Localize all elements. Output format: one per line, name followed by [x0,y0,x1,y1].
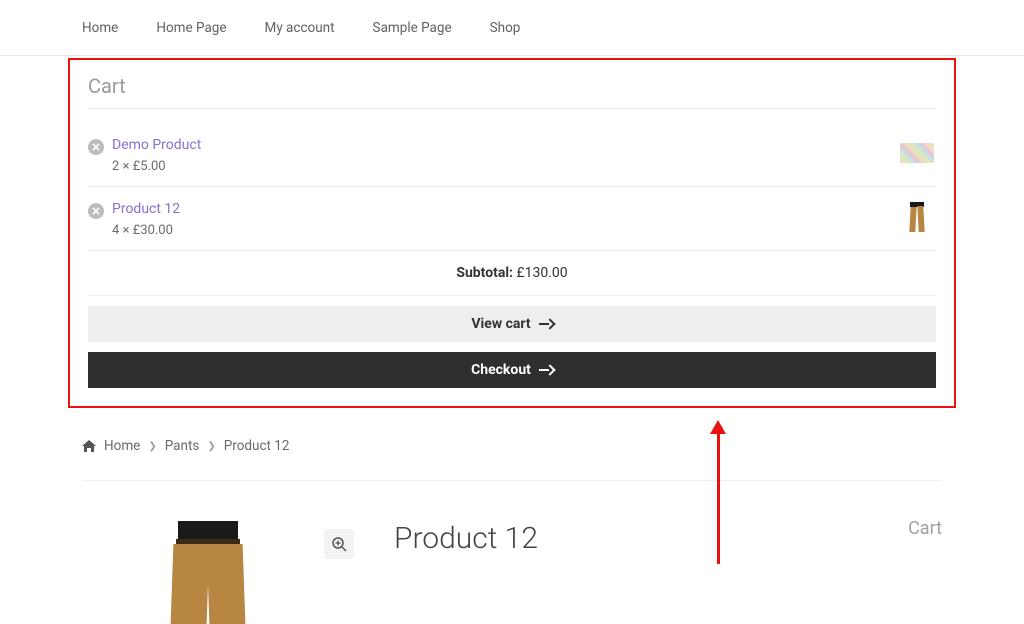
sidebar-cart-title: Cart [908,518,942,539]
subtotal-label: Subtotal: [456,265,513,281]
breadcrumb-home[interactable]: Home [104,438,140,454]
cart-item-info: Demo Product 2 × £5.00 [112,137,890,174]
cart-widget-title: Cart [88,74,936,109]
product-tile-icon [900,143,934,163]
cart-item-meta: 2 × £5.00 [112,159,890,174]
arrow-right-icon [539,319,553,329]
product-title: Product 12 [394,521,538,556]
view-cart-button[interactable]: View cart [88,306,936,342]
zoom-button[interactable] [324,529,354,559]
nav-item-home-page[interactable]: Home Page [156,16,226,40]
nav-item-home[interactable]: Home [82,16,118,40]
cart-item-thumbnail[interactable] [898,137,936,169]
view-cart-label: View cart [471,316,530,332]
breadcrumb-current: Product 12 [224,438,290,454]
cart-item-info: Product 12 4 × £30.00 [112,201,890,238]
cart-item-name[interactable]: Demo Product [112,137,890,153]
top-nav: Home Home Page My account Sample Page Sh… [0,0,1024,56]
product-image[interactable] [82,521,334,601]
remove-item-button[interactable] [88,139,104,155]
close-icon [92,207,100,215]
nav-item-shop[interactable]: Shop [490,16,521,40]
cart-item: Demo Product 2 × £5.00 [88,123,936,187]
breadcrumb: Home ❯ Pants ❯ Product 12 [82,438,942,481]
magnifier-icon [331,536,347,552]
breadcrumb-sep: ❯ [207,441,215,452]
product-row: Product 12 [82,521,942,601]
pants-icon [910,202,924,232]
breadcrumb-sep: ❯ [148,441,156,452]
nav-item-sample-page[interactable]: Sample Page [373,16,452,40]
nav-item-my-account[interactable]: My account [265,16,335,40]
pants-icon [158,521,258,601]
breadcrumb-category[interactable]: Pants [165,438,200,454]
cart-item-meta: 4 × £30.00 [112,223,890,238]
cart-item-thumbnail[interactable] [898,201,936,233]
subtotal-value: £130.00 [516,265,567,281]
page-content: Home ❯ Pants ❯ Product 12 Product 12 Car… [0,418,1024,601]
cart-widget-highlight: Cart Demo Product 2 × £5.00 Product 12 4… [68,58,956,408]
cart-subtotal: Subtotal: £130.00 [88,251,936,296]
sidebar-cart: Cart [908,518,942,539]
arrow-right-icon [539,365,553,375]
home-icon [82,440,96,452]
checkout-button[interactable]: Checkout [88,352,936,388]
remove-item-button[interactable] [88,203,104,219]
close-icon [92,143,100,151]
cart-item-name[interactable]: Product 12 [112,201,890,217]
checkout-label: Checkout [471,362,531,378]
cart-item: Product 12 4 × £30.00 [88,187,936,251]
